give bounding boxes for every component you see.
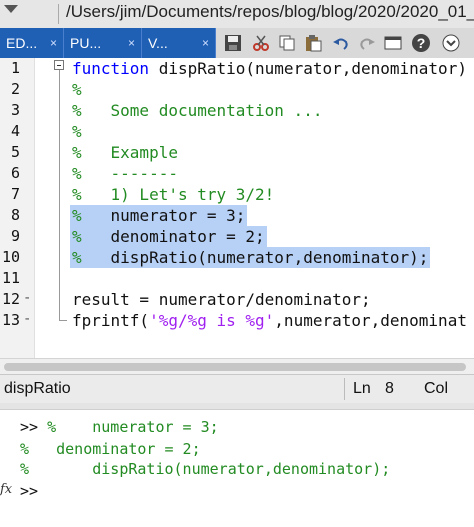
tab-label: V...: [148, 35, 168, 51]
command-token: % dispRatio(numerator,denominator);: [20, 460, 391, 478]
code-token: % Example: [72, 143, 178, 162]
divider: [58, 4, 59, 24]
close-icon[interactable]: ×: [128, 28, 135, 58]
fold-end: [59, 320, 67, 321]
code-token: denominator = 2;: [81, 227, 265, 246]
code-line[interactable]: %: [72, 79, 82, 100]
tab-publish[interactable]: PU... ×: [64, 28, 142, 58]
code-token: fprintf(: [72, 311, 150, 330]
code-line[interactable]: %: [72, 121, 82, 142]
code-line[interactable]: % denominator = 2;: [72, 226, 265, 247]
code-token: %: [72, 80, 82, 99]
code-token: ,numerator,denominat: [274, 311, 467, 330]
line-number: 11: [1, 269, 20, 287]
line-number: 10: [1, 248, 20, 266]
line-number: 2: [10, 80, 20, 98]
expand-icon[interactable]: [440, 32, 462, 54]
code-line[interactable]: % -------: [72, 163, 178, 184]
line-number: 9: [10, 227, 20, 245]
paste-icon[interactable]: [302, 32, 324, 54]
editor-status-bar: dispRatio Ln 8 Col: [0, 374, 474, 404]
code-token: % -------: [72, 164, 178, 183]
copy-icon[interactable]: [276, 32, 298, 54]
breakpoint-marker[interactable]: -: [23, 311, 31, 327]
command-token: % denominator = 2;: [20, 440, 201, 458]
scrollbar-thumb[interactable]: [4, 363, 466, 371]
function-browser-icon[interactable]: fx: [0, 482, 12, 497]
close-icon[interactable]: ×: [50, 28, 57, 58]
command-token: % numerator = 3;: [47, 418, 219, 436]
line-number: 3: [10, 101, 20, 119]
code-line[interactable]: % 1) Let's try 3/2!: [72, 184, 274, 205]
horizontal-scrollbar[interactable]: [0, 358, 474, 375]
code-token: % 1) Let's try 3/2!: [72, 185, 275, 204]
code-token: %: [72, 248, 82, 267]
code-token: %: [72, 122, 82, 141]
code-token: %: [72, 206, 82, 225]
quick-access-toolbar: ?: [216, 28, 474, 58]
folder-dropdown-button[interactable]: [0, 0, 60, 28]
column-label: Col: [424, 380, 449, 397]
fold-toggle-icon[interactable]: [54, 60, 64, 70]
help-icon[interactable]: ?: [410, 32, 432, 54]
divider: [344, 378, 345, 400]
line-number: 4: [10, 122, 20, 140]
line-number: 1: [10, 59, 20, 77]
code-token: result = numerator/denominator;: [72, 290, 371, 309]
panel-splitter[interactable]: [0, 403, 474, 410]
line-number: 5: [10, 143, 20, 161]
command-line[interactable]: >>: [20, 482, 47, 500]
code-token: dispRatio(numerator,denominator): [158, 59, 467, 78]
code-token: %: [72, 227, 82, 246]
code-token: dispRatio(numerator,denominator);: [81, 248, 429, 267]
code-token: function: [72, 59, 159, 78]
close-icon[interactable]: ×: [202, 28, 209, 58]
command-line[interactable]: % dispRatio(numerator,denominator);: [20, 460, 390, 478]
command-prompt: >>: [20, 482, 48, 500]
save-icon[interactable]: [222, 32, 244, 54]
triangle-down-icon: [4, 5, 18, 13]
code-token: numerator = 3;: [81, 206, 246, 225]
tab-editor[interactable]: ED... ×: [0, 28, 64, 58]
current-folder-bar: /Users/jim/Documents/repos/blog/blog/202…: [0, 0, 474, 29]
code-line[interactable]: % dispRatio(numerator,denominator);: [72, 247, 428, 268]
code-token: '%g/%g is %g': [149, 311, 275, 330]
tab-label: PU...: [70, 35, 102, 51]
code-line[interactable]: % Example: [72, 142, 178, 163]
command-prompt: >>: [20, 418, 48, 436]
code-editor[interactable]: 1 function dispRatio(numerator,denominato…: [0, 58, 474, 358]
current-folder-path[interactable]: /Users/jim/Documents/repos/blog/blog/202…: [66, 2, 474, 22]
line-number: 13: [1, 311, 20, 329]
tab-view[interactable]: V... ×: [142, 28, 216, 58]
line-label: Ln: [353, 380, 371, 397]
line-number: 6: [10, 164, 20, 182]
code-line[interactable]: % numerator = 3;: [72, 205, 245, 226]
fold-line: [59, 70, 60, 320]
cut-icon[interactable]: [250, 32, 272, 54]
line-number: 8: [10, 206, 20, 224]
code-line[interactable]: result = numerator/denominator;: [72, 289, 371, 310]
line-value: 8: [385, 380, 394, 397]
breakpoint-marker[interactable]: -: [23, 290, 31, 306]
code-token: % Some documentation ...: [72, 101, 323, 120]
command-window[interactable]: >> % numerator = 3; % denominator = 2; % d…: [0, 410, 474, 527]
command-line[interactable]: >> % numerator = 3;: [20, 418, 219, 436]
code-line[interactable]: fprintf('%g/%g is %g',numerator,denomina…: [72, 310, 467, 331]
code-line[interactable]: % Some documentation ...: [72, 100, 322, 121]
line-number: 12: [1, 290, 20, 308]
current-function-name: dispRatio: [4, 380, 71, 397]
window-icon[interactable]: [382, 32, 404, 54]
command-line[interactable]: % denominator = 2;: [20, 440, 201, 458]
undo-icon[interactable]: [330, 32, 352, 54]
tab-label: ED...: [6, 35, 38, 51]
code-line[interactable]: function dispRatio(numerator,denominator…: [72, 58, 467, 79]
redo-icon[interactable]: [356, 32, 378, 54]
svg-text:?: ?: [417, 35, 426, 51]
line-number: 7: [10, 185, 20, 203]
